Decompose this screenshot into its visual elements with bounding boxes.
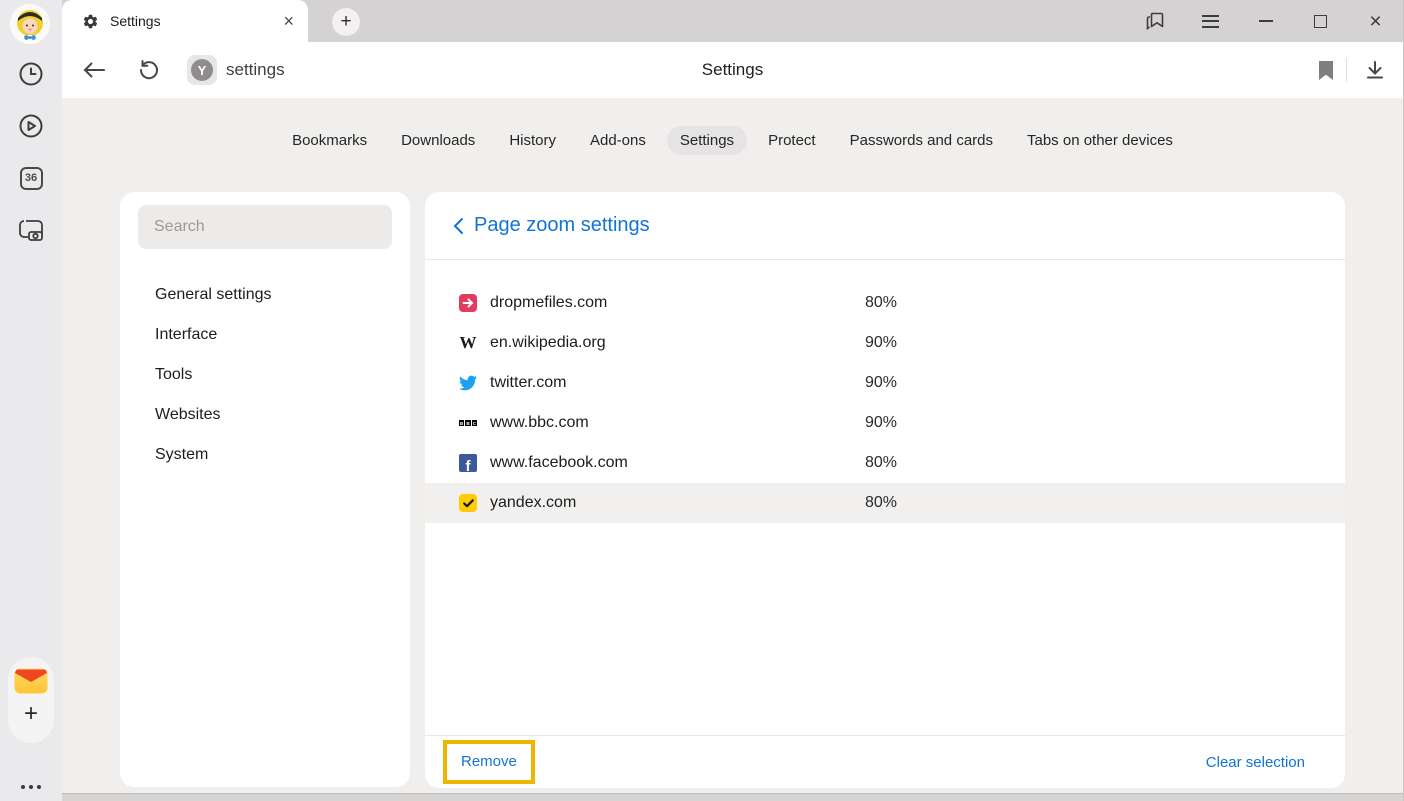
nav-tab-passwords-and-cards[interactable]: Passwords and cards bbox=[837, 126, 1006, 155]
tab-close-icon[interactable]: × bbox=[283, 12, 294, 30]
zoom-panel-footer: Remove Clear selection bbox=[425, 735, 1345, 788]
side-panels-icon[interactable] bbox=[1128, 0, 1183, 42]
tab-title: Settings bbox=[110, 13, 283, 29]
clear-selection-button[interactable]: Clear selection bbox=[1206, 754, 1305, 771]
settings-page: Bookmarks Downloads History Add-ons Settings… bbox=[62, 98, 1403, 793]
settings-menu-panel: General settingsInterfaceToolsWebsitesSy… bbox=[120, 192, 410, 787]
back-icon[interactable] bbox=[78, 61, 110, 79]
app-sidebar: 36 + bbox=[0, 0, 62, 801]
browser-tab-settings[interactable]: Settings × bbox=[62, 0, 308, 42]
tab-count-label: 36 bbox=[20, 167, 43, 190]
nav-tab-history[interactable]: History bbox=[496, 126, 569, 155]
yandex-mail-icon[interactable] bbox=[14, 668, 48, 694]
site-domain: yandex.com bbox=[490, 494, 576, 512]
download-icon[interactable] bbox=[1347, 60, 1403, 80]
zoom-site-list: dropmefiles.com80%Wen.wikipedia.org90%tw… bbox=[425, 260, 1345, 523]
navigation-toolbar: Y settings Settings bbox=[62, 42, 1403, 98]
site-row[interactable]: dropmefiles.com 80% bbox=[425, 283, 1345, 323]
nav-tab-protect[interactable]: Protect bbox=[755, 126, 829, 155]
nav-tab-add-ons[interactable]: Add-ons bbox=[577, 126, 659, 155]
history-icon[interactable] bbox=[17, 60, 45, 88]
twitter-favicon bbox=[459, 374, 477, 392]
tab-count-badge[interactable]: 36 bbox=[17, 164, 45, 192]
nav-tab-bookmarks[interactable]: Bookmarks bbox=[279, 126, 380, 155]
site-zoom-value: 80% bbox=[865, 294, 897, 312]
zoom-panel-title[interactable]: Page zoom settings bbox=[474, 214, 650, 237]
page-zoom-panel: Page zoom settings dropmefiles.com 80% Wen… bbox=[425, 192, 1345, 788]
site-row[interactable]: f www.facebook.com 80% bbox=[425, 443, 1345, 483]
remove-button[interactable]: Remove bbox=[461, 753, 517, 770]
avatar-girl-icon bbox=[10, 4, 50, 44]
annotation-highlight: Remove bbox=[443, 740, 535, 784]
maximize-button[interactable] bbox=[1293, 0, 1348, 42]
search-input[interactable] bbox=[138, 205, 392, 249]
selected-checkbox-icon bbox=[459, 494, 477, 512]
browser-menu-icon[interactable] bbox=[1183, 0, 1238, 42]
profile-avatar[interactable] bbox=[10, 4, 50, 44]
wikipedia-favicon: W bbox=[459, 334, 477, 352]
menu-item-tools[interactable]: Tools bbox=[120, 355, 410, 395]
site-domain: en.wikipedia.org bbox=[490, 334, 606, 352]
sidebar-more-icon[interactable] bbox=[0, 785, 62, 789]
site-row[interactable]: yandex.com 80% bbox=[425, 483, 1345, 523]
site-domain: twitter.com bbox=[490, 374, 566, 392]
add-app-button[interactable]: + bbox=[24, 704, 38, 724]
site-domain: www.bbc.com bbox=[490, 414, 589, 432]
site-domain: www.facebook.com bbox=[490, 454, 628, 472]
window-bottom-edge bbox=[62, 793, 1403, 801]
facebook-favicon: f bbox=[459, 454, 477, 472]
dropmefiles-favicon bbox=[459, 294, 477, 312]
site-badge-icon[interactable]: Y bbox=[187, 55, 217, 85]
address-bar-url[interactable]: settings bbox=[226, 60, 285, 80]
menu-item-interface[interactable]: Interface bbox=[120, 315, 410, 355]
refresh-icon[interactable] bbox=[133, 59, 165, 81]
window-controls: × bbox=[1128, 0, 1403, 42]
site-row[interactable]: BBC www.bbc.com 90% bbox=[425, 403, 1345, 443]
settings-menu-list: General settingsInterfaceToolsWebsitesSy… bbox=[120, 275, 410, 475]
settings-nav: Bookmarks Downloads History Add-ons Settings… bbox=[62, 126, 1403, 155]
site-zoom-value: 80% bbox=[865, 454, 897, 472]
menu-item-general-settings[interactable]: General settings bbox=[120, 275, 410, 315]
site-zoom-value: 80% bbox=[865, 494, 897, 512]
nav-tab-downloads[interactable]: Downloads bbox=[388, 126, 488, 155]
nav-tab-tabs-on-other-devices[interactable]: Tabs on other devices bbox=[1014, 126, 1186, 155]
list-empty-space bbox=[425, 523, 1345, 735]
browser-window: 36 + bbox=[0, 0, 1404, 801]
tab-bar: Settings × + × bbox=[62, 0, 1403, 42]
sidebar-apps-pill: + bbox=[8, 657, 54, 743]
new-tab-button[interactable]: + bbox=[332, 8, 360, 36]
site-row[interactable]: Wen.wikipedia.org 90% bbox=[425, 323, 1345, 363]
zoom-panel-header: Page zoom settings bbox=[425, 192, 1345, 260]
site-zoom-value: 90% bbox=[865, 374, 897, 392]
screenshot-icon[interactable] bbox=[17, 216, 45, 244]
bbc-favicon: BBC bbox=[459, 414, 477, 432]
minimize-button[interactable] bbox=[1238, 0, 1293, 42]
site-zoom-value: 90% bbox=[865, 414, 897, 432]
gear-icon bbox=[82, 13, 99, 30]
menu-item-system[interactable]: System bbox=[120, 435, 410, 475]
bookmark-icon[interactable] bbox=[1306, 61, 1346, 80]
close-window-button[interactable]: × bbox=[1348, 0, 1403, 42]
play-video-icon[interactable] bbox=[17, 112, 45, 140]
site-row[interactable]: twitter.com 90% bbox=[425, 363, 1345, 403]
menu-item-websites[interactable]: Websites bbox=[120, 395, 410, 435]
site-zoom-value: 90% bbox=[865, 334, 897, 352]
nav-tab-settings[interactable]: Settings bbox=[667, 126, 747, 155]
site-domain: dropmefiles.com bbox=[490, 294, 607, 312]
back-chevron-icon[interactable] bbox=[445, 213, 471, 239]
search-box bbox=[138, 205, 392, 249]
